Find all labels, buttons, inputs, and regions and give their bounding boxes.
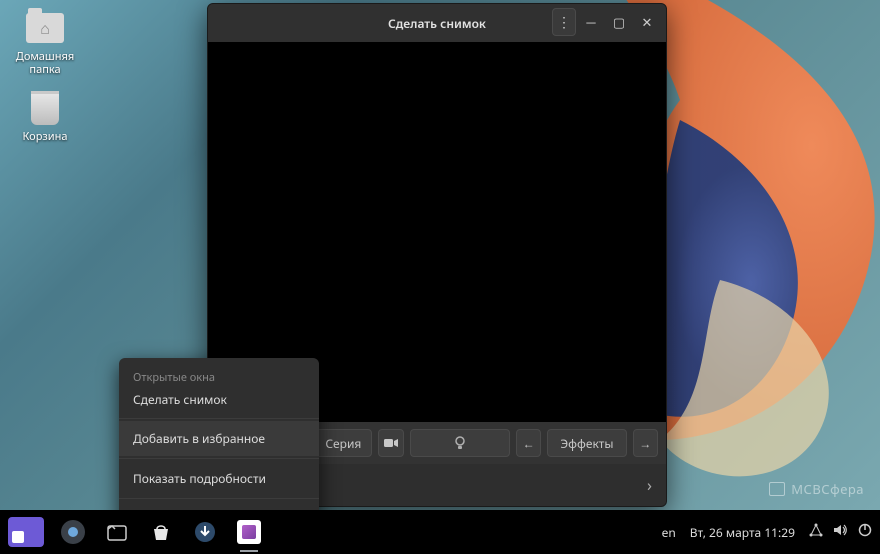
chevron-left-icon: ←	[523, 435, 535, 452]
menu-separator	[119, 458, 319, 459]
menu-separator	[119, 418, 319, 419]
trash-icon[interactable]: Корзина	[5, 90, 85, 143]
network-icon[interactable]	[809, 523, 823, 542]
os-watermark: МСВСфера	[769, 480, 864, 498]
effects-button[interactable]: Эффекты	[547, 429, 626, 457]
burst-button[interactable]: Серия	[314, 429, 372, 457]
context-menu-show-details[interactable]: Показать подробности	[119, 461, 319, 496]
effects-next-button[interactable]: →	[633, 429, 659, 457]
taskbar: en Вт, 26 марта 11:29	[0, 510, 880, 554]
hamburger-menu-button[interactable]: ⋮	[552, 8, 576, 36]
context-menu-add-favorite[interactable]: Добавить в избранное	[119, 421, 319, 456]
context-menu-header: Открытые окна	[119, 364, 319, 387]
context-menu-window-item[interactable]: Сделать снимок	[119, 387, 319, 416]
menu-separator	[119, 498, 319, 499]
start-menu-button[interactable]	[8, 517, 44, 547]
taskbar-downloads-icon[interactable]	[190, 517, 220, 547]
minimize-button[interactable]: ─	[578, 8, 604, 36]
chevron-right-icon: ›	[647, 474, 652, 496]
maximize-button[interactable]: ▢	[606, 8, 632, 36]
power-icon[interactable]	[858, 523, 872, 542]
close-button[interactable]: ✕	[634, 8, 660, 36]
trash-label: Корзина	[5, 130, 85, 143]
taskbar-files-icon[interactable]	[102, 517, 132, 547]
clock-datetime[interactable]: Вт, 26 марта 11:29	[690, 524, 795, 541]
shutter-button[interactable]	[410, 429, 510, 457]
arrow-right-icon: →	[639, 435, 651, 452]
taskbar-camera-app-icon[interactable]	[234, 517, 264, 547]
video-mode-button[interactable]	[378, 429, 404, 457]
keyboard-layout-indicator[interactable]: en	[662, 524, 676, 541]
video-icon	[384, 438, 398, 448]
window-title: Сделать снимок	[388, 15, 486, 32]
home-folder-label: Домашняя папка	[5, 50, 85, 76]
window-titlebar[interactable]: Сделать снимок ⋮ ─ ▢ ✕	[208, 4, 666, 42]
taskbar-store-icon[interactable]	[146, 517, 176, 547]
taskbar-browser-icon[interactable]	[58, 517, 88, 547]
home-folder-icon[interactable]: Домашняя папка	[5, 10, 85, 76]
effects-prev-button[interactable]: ←	[516, 429, 542, 457]
lamp-icon	[454, 436, 466, 450]
volume-icon[interactable]	[833, 523, 848, 542]
